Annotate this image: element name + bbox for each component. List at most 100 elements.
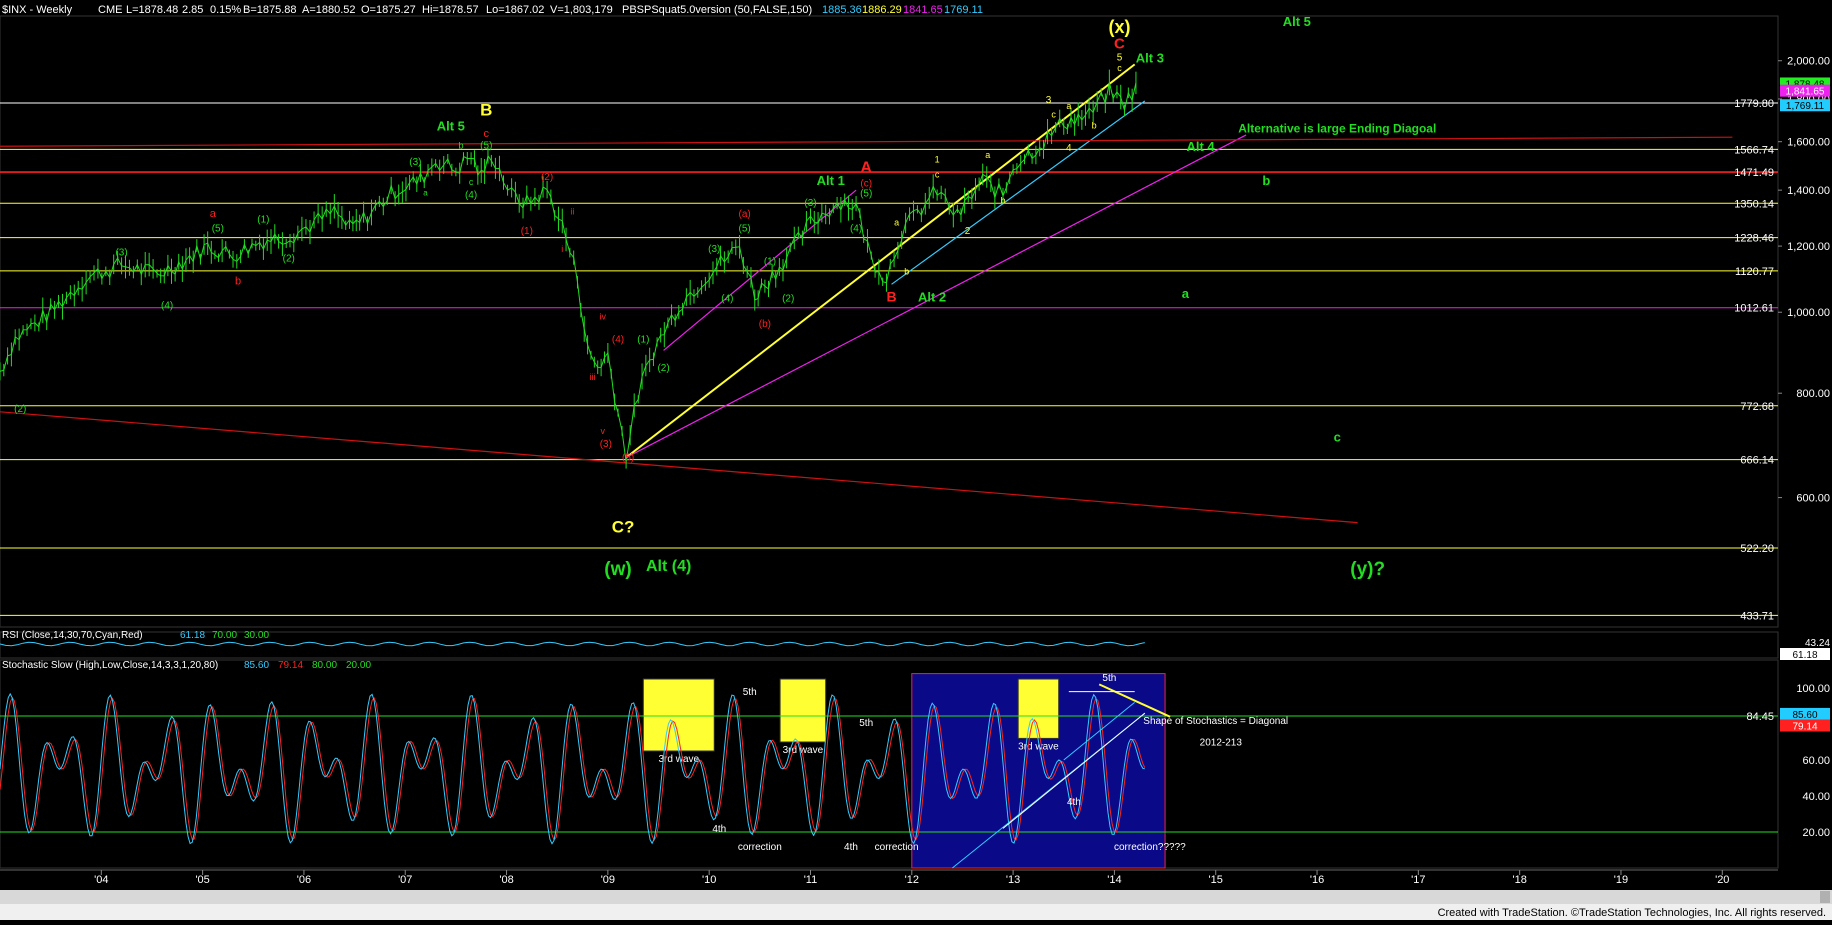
ask-value: A=1880.52 [302,4,356,16]
wave-label: (4) [850,223,862,234]
level-label: 772.68 [1740,401,1774,413]
wave-label: (c) [860,178,872,189]
volume-value: V=1,803,179 [550,4,613,16]
last-price: L=1878.48 [126,4,178,16]
stoch-tick-label: 100.00 [1796,683,1830,695]
stoch-annotation: 5th [1102,673,1116,684]
wave-label: (1) [637,334,649,345]
wave-label: 1 [935,155,940,165]
wave-label: 3 [1046,95,1052,106]
wave-label: (3) [600,439,612,450]
wave-label: (1) [521,226,533,237]
wave-label: a [423,188,428,197]
level-label: 433.71 [1740,610,1774,622]
level-label: 522.20 [1740,543,1774,555]
price-badge-label: 1,841.65 [1786,87,1825,98]
exchange-label: CME [98,4,122,16]
stoch-badge-label: 79.14 [1792,722,1817,733]
indicator-value-3: 1841.65 [903,4,943,16]
wave-label: a [894,218,899,228]
stoch-annotation: 5th [743,687,757,698]
wave-label: 4 [1066,143,1072,154]
wave-label: (5) [212,223,224,234]
level-label: 1120.77 [1735,266,1774,278]
wave-label: c [484,128,490,140]
stoch-annotation: Shape of Stochastics = Diagonal [1143,716,1288,727]
wave-label: B [886,289,896,305]
chart-canvas[interactable]: 1779.80 1566.74 1471.49 1350.14 1228.46 1120.… [0,0,1832,920]
wave-label: iii [590,372,596,382]
wave-label: (w) [604,559,631,580]
change-value: 2.85 [182,4,203,16]
wave-label: Alt 5 [1283,14,1311,29]
wave-label: C? [612,517,635,536]
wave-label: (3) [115,247,127,258]
y-tick-label: 1,000.00 [1787,307,1830,319]
wave-label: (5) [622,452,634,463]
wave-label: (a) [739,209,751,220]
rsi-value: 61.18 [180,630,205,641]
x-tick-label: '08 [499,874,513,886]
scrollbar-thumb [1820,891,1830,903]
stoch-annotation: 5th [859,718,873,729]
rsi-badge-label: 61.18 [1792,650,1817,661]
x-tick-label: '13 [1006,874,1020,886]
stoch-tick-label: 60.00 [1802,755,1830,767]
wave-label: (2) [541,172,553,183]
wave-label: (1) [764,257,776,268]
wave-label: B [480,100,492,119]
wave-label: (4) [161,301,173,312]
wave-label: a [210,208,217,220]
x-tick-label: '12 [905,874,919,886]
wave-label: b [458,141,463,151]
rsi-upper: 70.00 [212,630,237,641]
x-tick-label: '14 [1107,874,1121,886]
x-tick-label: '16 [1310,874,1324,886]
level-label: 1566.74 [1734,144,1774,156]
x-tick-label: '17 [1411,874,1425,886]
level-label: 666.14 [1740,455,1774,467]
x-tick-label: '07 [398,874,412,886]
stoch-tick-label: 20.00 [1802,827,1830,839]
wave-label: b [1262,173,1270,188]
indicator-value-1: 1885.36 [822,4,862,16]
scrollbar-track [0,890,1832,904]
x-tick-label: '20 [1715,874,1729,886]
level-label: 1779.80 [1734,98,1774,110]
wave-label: b [904,266,909,276]
wave-label: Alternative is large Ending Diagoal [1238,122,1436,136]
wave-label: (2) [14,404,26,415]
wave-label: Alt 4 [1186,139,1215,154]
wave-label: a [1182,286,1190,301]
wave-label: Alt 1 [817,173,845,188]
stoch-k-value: 85.60 [244,660,269,671]
high-value: Hi=1878.57 [422,4,479,16]
stoch-d-value: 79.14 [278,660,303,671]
level-label: 1350.14 [1734,198,1774,210]
price-badge-label: 1,769.11 [1786,101,1825,112]
wave-label: iv [600,312,607,322]
wave-label: (3) [409,157,421,168]
y-tick-label: 1,200.00 [1787,241,1830,253]
wave-label: A [860,159,872,176]
x-tick-label: '19 [1614,874,1628,886]
wave-label: (5) [480,141,492,152]
wave-label: (2) [283,254,295,265]
bid-value: B=1875.88 [243,4,297,16]
x-tick-label: '11 [804,874,818,886]
y-tick-label: 2,000.00 [1787,56,1830,68]
wave-label: b [1092,120,1097,130]
wave-label: c [469,177,474,187]
stoch-annotation: 4th [1067,797,1081,808]
wave-label: Alt 5 [437,119,465,134]
wave-label: Alt 2 [918,290,946,305]
wave-label: (5) [860,189,872,200]
symbol-title: $INX - Weekly [2,4,73,16]
wave-label: C [1114,35,1125,52]
level-label: 1012.61 [1734,303,1774,315]
stoch-level-label: 84.45 [1746,711,1774,723]
stoch-annotation: 2012-213 [1200,738,1243,749]
chart-window: 1779.80 1566.74 1471.49 1350.14 1228.46 1120.… [0,0,1832,920]
y-tick-label: 1,400.00 [1787,185,1830,197]
wave-label: ii [570,206,574,216]
